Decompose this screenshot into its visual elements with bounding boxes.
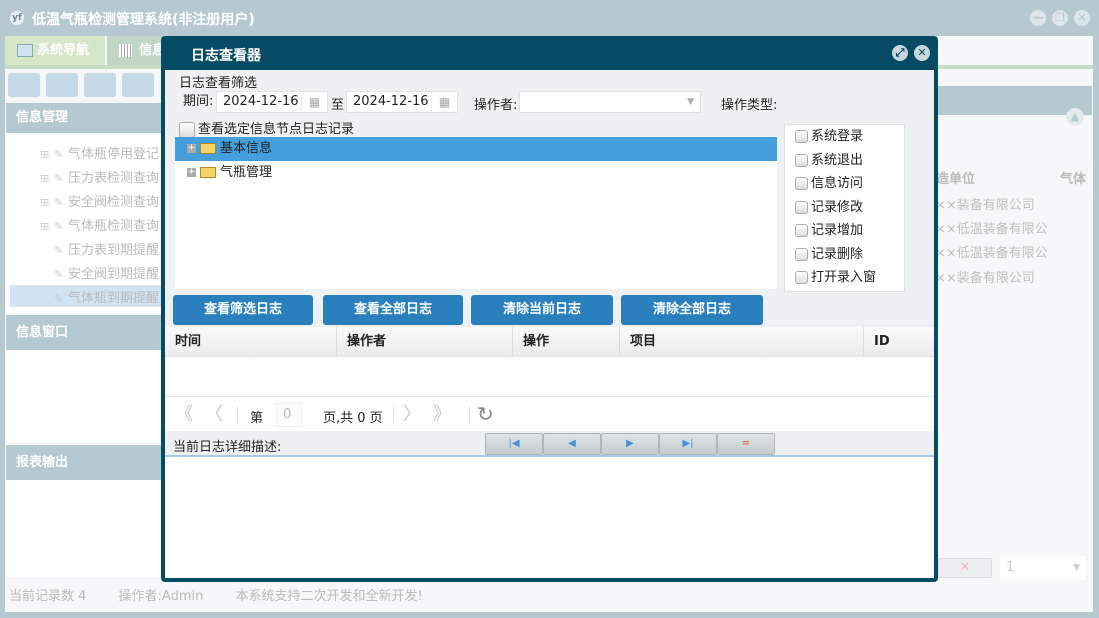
- expand-icon[interactable]: +: [187, 168, 196, 177]
- table-row[interactable]: ××装备有限公司: [935, 267, 1090, 291]
- tab-label: 系统导航: [37, 43, 90, 58]
- date-to-input[interactable]: 2024-12-16 ▦: [346, 91, 458, 113]
- table-row[interactable]: ××低温装备有限公: [935, 242, 1090, 266]
- column-header[interactable]: ID: [864, 327, 934, 357]
- detail-textarea[interactable]: [165, 459, 934, 578]
- tree-node-cylinder-mgmt[interactable]: + 气瓶管理: [175, 161, 777, 185]
- detail-bar: 当前日志详细描述: |◀ ◀ ▶ ▶| =: [165, 431, 934, 457]
- tree-item[interactable]: ⊞ ✎ 气体瓶停用登记: [40, 143, 159, 167]
- optype-checkbox[interactable]: 信息访问: [795, 172, 863, 196]
- optype-checkbox[interactable]: 打开录入窗: [795, 266, 876, 290]
- calendar-icon[interactable]: ▦: [301, 92, 327, 112]
- dialog-body: 日志查看筛选 期间: 2024-12-16 ▦ 至 2024-12-16 ▦ 操作者…: [165, 70, 934, 578]
- filter-panel: 日志查看筛选 期间: 2024-12-16 ▦ 至 2024-12-16 ▦ 操作者…: [165, 70, 934, 294]
- optype-checkbox[interactable]: 记录删除: [795, 243, 863, 267]
- refresh-icon[interactable]: ↻: [477, 397, 494, 432]
- tree-item[interactable]: ✎ 安全阀到期提醒: [40, 263, 159, 287]
- tab-info[interactable]: 信息: [107, 36, 167, 66]
- column-header: 造单位: [936, 172, 976, 187]
- column-header[interactable]: 操作者: [337, 327, 513, 357]
- delete-button[interactable]: ✕: [938, 558, 992, 578]
- first-record-icon[interactable]: |◀: [485, 433, 543, 455]
- report-body: [6, 480, 161, 577]
- tree-node-basic-info[interactable]: + 基本信息: [175, 137, 777, 161]
- expand-icon[interactable]: +: [187, 144, 196, 153]
- user-tool-button[interactable]: [122, 73, 154, 97]
- panel-info-mgmt[interactable]: 信息管理: [6, 103, 161, 133]
- optype-checkbox[interactable]: 系统登录: [795, 125, 863, 149]
- folder-icon: [200, 143, 216, 154]
- date-from-input[interactable]: 2024-12-16 ▦: [216, 91, 328, 113]
- panel-report[interactable]: 报表输出: [6, 445, 161, 480]
- next-record-icon[interactable]: ▶: [601, 433, 659, 455]
- operator-label: 操作者:: [474, 98, 518, 113]
- log-grid-header: 时间 操作者 操作 项目 ID: [165, 327, 934, 357]
- collapse-up-icon[interactable]: ▲: [1066, 108, 1084, 126]
- grid-icon: [119, 44, 132, 57]
- tab-system-nav[interactable]: 系统导航: [5, 36, 105, 66]
- tree-item[interactable]: ✎ 气体瓶到期提醒: [40, 287, 159, 311]
- info-node-tree: + 基本信息 + 气瓶管理: [175, 137, 777, 289]
- tree-item[interactable]: ⊞ ✎ 安全阀检测查询: [40, 191, 159, 215]
- view-filtered-logs-button[interactable]: 查看筛选日志: [173, 295, 313, 325]
- delete-record-icon[interactable]: =: [717, 433, 775, 455]
- panel-info-window[interactable]: 信息窗口: [6, 315, 161, 350]
- optype-checkbox[interactable]: 记录修改: [795, 196, 863, 220]
- monitor-icon: [17, 44, 33, 57]
- operator-select[interactable]: ▼: [519, 91, 701, 113]
- app-title: 低温气瓶检测管理系统(非注册用户): [32, 12, 255, 28]
- optype-list: 系统登录 系统退出 信息访问 记录修改 记录增加 记录删除 打开录入窗: [784, 124, 905, 292]
- title-bar: yf 低温气瓶检测管理系统(非注册用户) — ❐ ✕: [0, 0, 1099, 36]
- next-page-icon[interactable]: 〉: [403, 397, 421, 432]
- record-count: 当前记录数 4: [9, 589, 87, 604]
- detail-label: 当前日志详细描述:: [173, 440, 282, 455]
- status-bar: 当前记录数 4 操作者:Admin 本系统支持二次开发和全新开发!: [5, 586, 1093, 608]
- filter-title: 日志查看筛选: [179, 76, 258, 91]
- table-row[interactable]: ××低温装备有限公: [935, 218, 1090, 242]
- folder-icon: [200, 167, 216, 178]
- view-all-logs-button[interactable]: 查看全部日志: [323, 295, 463, 325]
- operator-status: 操作者:Admin: [118, 589, 204, 604]
- last-record-icon[interactable]: ▶|: [659, 433, 717, 455]
- info-window-body: [6, 350, 161, 442]
- clear-all-logs-button[interactable]: 清除全部日志: [621, 295, 763, 325]
- last-page-icon[interactable]: 》: [433, 397, 451, 432]
- log-viewer-dialog: 日志查看器 ⤢ ✕ 日志查看筛选 期间: 2024-12-16 ▦ 至 2024-…: [161, 36, 938, 582]
- calendar-icon[interactable]: ▦: [431, 92, 457, 112]
- maximize-icon[interactable]: ⤢: [892, 45, 908, 61]
- total-pages-label: 页,共 0 页: [323, 411, 383, 426]
- optype-label: 操作类型:: [721, 98, 778, 113]
- search-tool-button[interactable]: [8, 73, 40, 97]
- close-icon[interactable]: ✕: [1074, 10, 1090, 26]
- page-label: 第: [250, 411, 264, 426]
- page-size-select[interactable]: 1 ▼: [1000, 556, 1086, 580]
- first-page-icon[interactable]: 《: [175, 397, 193, 432]
- column-header[interactable]: 时间: [165, 327, 337, 357]
- dialog-title: 日志查看器: [191, 48, 261, 64]
- tree-item[interactable]: ⊞ ✎ 气体瓶检测查询: [40, 215, 159, 239]
- prev-record-icon[interactable]: ◀: [543, 433, 601, 455]
- column-header[interactable]: 操作: [513, 327, 620, 357]
- close-icon[interactable]: ✕: [914, 45, 930, 61]
- optype-checkbox[interactable]: 记录增加: [795, 219, 863, 243]
- period-label: 期间:: [183, 94, 214, 109]
- minimize-icon[interactable]: —: [1030, 10, 1046, 26]
- list-tool-button[interactable]: [46, 73, 78, 97]
- pager: 《 〈 第 0 页,共 0 页 〉 》 ↻: [165, 396, 934, 431]
- prev-page-icon[interactable]: 〈: [205, 397, 223, 432]
- system-note: 本系统支持二次开发和全新开发!: [235, 589, 423, 604]
- clear-current-log-button[interactable]: 清除当前日志: [471, 295, 613, 325]
- to-label: 至: [331, 98, 345, 113]
- node-log-checkbox[interactable]: 查看选定信息节点日志记录: [179, 118, 354, 138]
- column-header: 气体: [1060, 172, 1087, 187]
- column-header[interactable]: 项目: [620, 327, 864, 357]
- tree-item[interactable]: ✎ 压力表到期提醒: [40, 239, 159, 263]
- table-row[interactable]: ××装备有限公司: [935, 194, 1090, 218]
- document-tool-button[interactable]: [84, 73, 116, 97]
- tree-item[interactable]: ⊞ ✎ 压力表检测查询: [40, 167, 159, 191]
- page-number-input[interactable]: 0: [276, 403, 302, 427]
- optype-checkbox[interactable]: 系统退出: [795, 149, 863, 173]
- restore-icon[interactable]: ❐: [1052, 10, 1068, 26]
- app-logo: yf: [10, 11, 24, 25]
